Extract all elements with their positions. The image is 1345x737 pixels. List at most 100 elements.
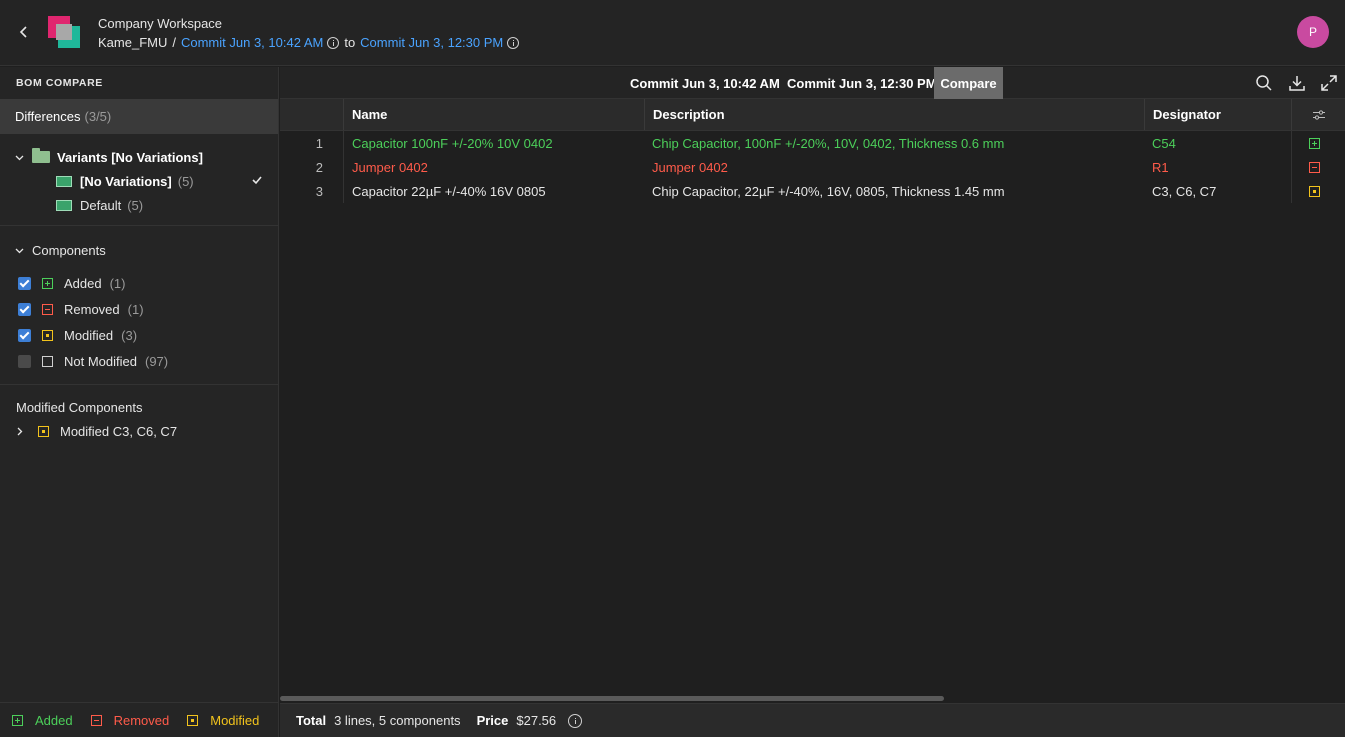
column-header-index <box>280 99 343 130</box>
chevron-down-icon <box>15 248 24 253</box>
modified-icon <box>38 425 49 437</box>
filter-added[interactable]: Added (1) <box>0 270 278 296</box>
variant-item-no-variations[interactable]: [No Variations] (5) <box>0 169 278 193</box>
variant-count: (5) <box>127 197 144 213</box>
filter-removed[interactable]: Removed (1) <box>0 296 278 322</box>
check-icon <box>252 176 262 185</box>
status-legend: Added Removed Modified <box>0 702 279 737</box>
cell-designator: R1 <box>1152 159 1169 175</box>
removed-icon <box>90 714 102 726</box>
cell-name: Jumper 0402 <box>352 159 428 175</box>
cell-description: Jumper 0402 <box>652 159 728 175</box>
legend-label: Modified <box>210 712 260 728</box>
cell-designator: C3, C6, C7 <box>1152 183 1217 199</box>
added-icon <box>1309 137 1320 149</box>
components-section: Components Added (1) Removed (1) Modifie… <box>0 226 278 385</box>
not-modified-checkbox[interactable] <box>18 354 31 368</box>
total-label: Total <box>296 713 327 728</box>
commit-to-link[interactable]: Commit Jun 3, 12:30 PM <box>360 35 503 50</box>
variants-section: Variants [No Variations] [No Variations]… <box>0 134 278 226</box>
not-modified-icon <box>42 355 53 367</box>
commit-from-link[interactable]: Commit Jun 3, 10:42 AM <box>181 35 323 50</box>
sidebar-title: BOM COMPARE <box>16 77 103 89</box>
removed-icon <box>1309 161 1320 173</box>
column-settings[interactable] <box>1291 99 1345 130</box>
filter-label: Added <box>64 275 102 291</box>
expand-icon[interactable] <box>1320 74 1338 92</box>
filter-count: (3) <box>121 327 138 343</box>
info-icon[interactable] <box>507 36 520 49</box>
column-header-name[interactable]: Name <box>343 99 644 130</box>
info-icon[interactable] <box>327 36 340 49</box>
cell-description: Chip Capacitor, 22µF +/-40%, 16V, 0805, … <box>652 183 1005 199</box>
table-row[interactable]: 3 Capacitor 22µF +/-40% 16V 0805 Chip Ca… <box>280 179 1345 203</box>
folder-icon <box>32 148 50 163</box>
to-word: to <box>344 35 356 50</box>
modified-icon <box>42 329 53 341</box>
info-icon[interactable] <box>568 713 583 728</box>
column-header-designator[interactable]: Designator <box>1144 99 1291 130</box>
chevron-down-icon <box>15 155 24 160</box>
modified-icon <box>1309 185 1320 197</box>
modified-component-item[interactable]: Modified C3, C6, C7 <box>0 417 278 445</box>
components-label: Components <box>32 242 106 258</box>
compare-button[interactable]: Compare <box>934 67 1003 99</box>
differences-row[interactable]: Differences (3/5) <box>0 99 278 134</box>
modified-icon <box>187 714 199 726</box>
cell-status <box>1309 179 1320 203</box>
table-footer: Total 3 lines, 5 components Price $27.56 <box>280 703 1345 737</box>
filter-count: (97) <box>144 353 169 369</box>
table-header: Name Description Designator <box>280 99 1345 131</box>
settings-sliders-icon[interactable] <box>1312 108 1326 122</box>
breadcrumb: Kame_FMU / Commit Jun 3, 10:42 AM to Com… <box>98 35 520 50</box>
legend-label: Removed <box>113 712 170 728</box>
download-icon[interactable] <box>1288 74 1306 92</box>
cell-name: Capacitor 22µF +/-40% 16V 0805 <box>352 183 546 199</box>
added-icon <box>12 714 23 726</box>
variants-tree-toggle[interactable]: Variants [No Variations] <box>0 145 278 169</box>
workspace-logo <box>48 16 80 48</box>
board-icon <box>56 175 72 187</box>
legend-removed: Removed <box>90 712 170 728</box>
filter-label: Removed <box>64 301 120 317</box>
workspace-name: Company Workspace <box>98 16 223 31</box>
added-icon <box>42 277 53 289</box>
row-number: 1 <box>315 135 323 151</box>
cell-description: Chip Capacitor, 100nF +/-20%, 10V, 0402,… <box>652 135 1005 151</box>
components-tree-toggle[interactable]: Components <box>0 238 278 262</box>
added-checkbox[interactable] <box>18 276 31 290</box>
table-row[interactable]: 1 Capacitor 100nF +/-20% 10V 0402 Chip C… <box>280 131 1345 155</box>
compare-toolbar: Commit Jun 3, 10:42 AM Commit Jun 3, 12:… <box>280 67 1345 99</box>
back-arrow-icon[interactable] <box>14 22 34 42</box>
variant-item-default[interactable]: Default (5) <box>0 193 278 217</box>
variant-label: Default <box>80 197 122 213</box>
variant-label: [No Variations] <box>80 173 172 189</box>
filter-not-modified[interactable]: Not Modified (97) <box>0 348 278 374</box>
legend-added: Added <box>12 713 73 728</box>
variant-count: (5) <box>177 173 194 189</box>
legend-label: Added <box>35 712 73 728</box>
differences-count: (3/5) <box>84 109 112 124</box>
modified-component-label: Modified C3, C6, C7 <box>60 423 178 439</box>
modified-checkbox[interactable] <box>18 328 31 342</box>
filter-count: (1) <box>127 301 144 317</box>
top-bar: Company Workspace Kame_FMU / Commit Jun … <box>0 0 1345 66</box>
table-row[interactable]: 2 Jumper 0402 Jumper 0402 R1 <box>280 155 1345 179</box>
filter-label: Modified <box>64 327 114 343</box>
project-name[interactable]: Kame_FMU <box>98 35 167 50</box>
horizontal-scrollbar[interactable] <box>280 696 944 701</box>
row-number: 3 <box>315 183 323 199</box>
search-icon[interactable] <box>1255 74 1273 92</box>
filter-modified[interactable]: Modified (3) <box>0 322 278 348</box>
cell-designator: C54 <box>1152 135 1176 151</box>
legend-modified: Modified <box>187 713 259 728</box>
cell-name: Capacitor 100nF +/-20% 10V 0402 <box>352 135 553 151</box>
commit-a-button[interactable]: Commit Jun 3, 10:42 AM <box>630 67 780 99</box>
commit-b-button[interactable]: Commit Jun 3, 12:30 PM <box>787 67 937 99</box>
modified-components-title: Modified Components <box>16 399 143 415</box>
breadcrumb-separator: / <box>172 35 176 50</box>
row-number: 2 <box>315 159 323 175</box>
column-header-description[interactable]: Description <box>644 99 1144 130</box>
user-avatar[interactable]: P <box>1297 16 1329 48</box>
removed-checkbox[interactable] <box>18 302 31 316</box>
